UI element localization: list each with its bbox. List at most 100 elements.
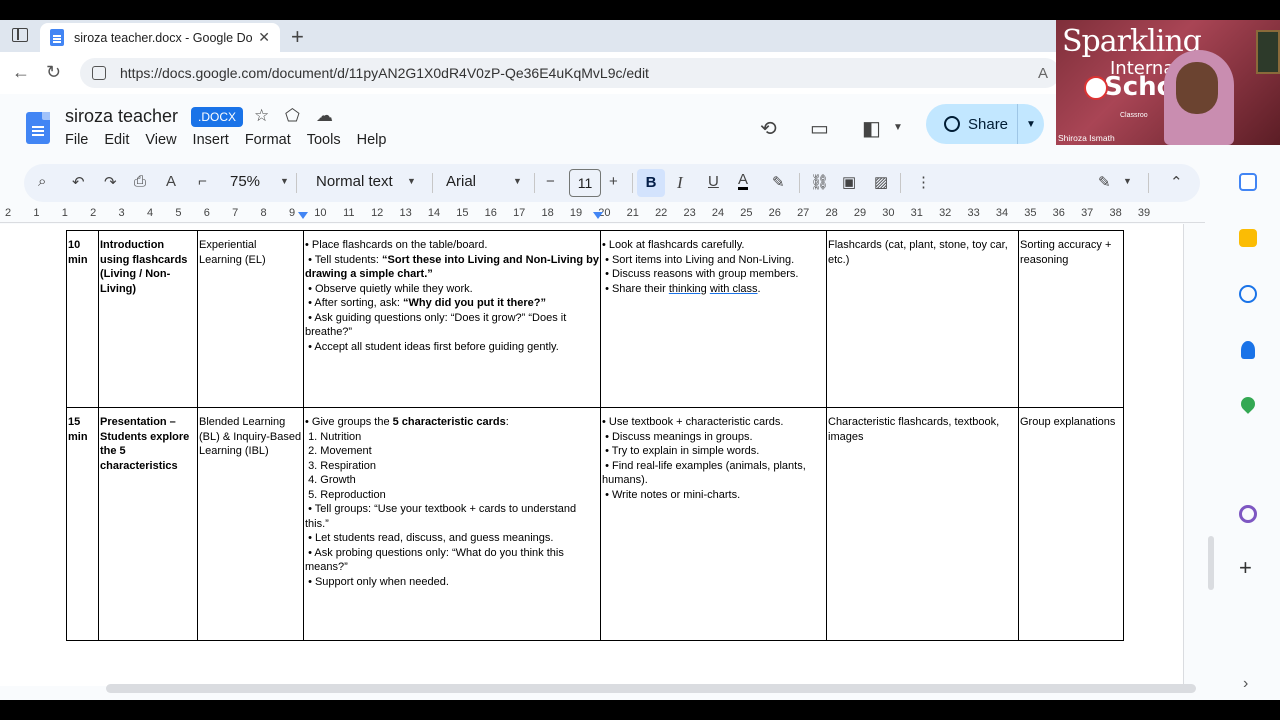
menu-insert[interactable]: Insert — [193, 132, 229, 148]
more-options-icon[interactable]: ⋮ — [916, 173, 931, 191]
table-row: 10 min Introduction using flashcards (Li… — [66, 230, 1124, 408]
meet-icon[interactable]: ◧ — [862, 116, 881, 141]
ruler-tick-label: 3 — [118, 207, 125, 219]
ruler-tick-label: 10 — [314, 207, 327, 219]
style-caret-icon[interactable]: ▼ — [407, 176, 416, 186]
style-select[interactable]: Normal text — [316, 173, 393, 190]
ruler-tick-label: 29 — [853, 207, 867, 219]
menu-tools[interactable]: Tools — [307, 132, 341, 148]
student-activity-cell: • Use textbook + characteristic cards. •… — [600, 407, 827, 641]
site-info-icon[interactable] — [92, 66, 106, 80]
text-line: • Place flashcards on the table/board. — [305, 239, 488, 251]
font-select[interactable]: Arial — [446, 173, 476, 190]
menu-view[interactable]: View — [145, 132, 176, 148]
read-aloud-icon[interactable]: A — [1038, 65, 1048, 82]
back-icon[interactable]: ← — [12, 62, 30, 83]
toolbar-divider — [632, 173, 633, 193]
menu-edit[interactable]: Edit — [104, 132, 129, 148]
text-line: • Tell groups: “Use your textbook + card… — [305, 503, 580, 530]
print-icon[interactable]: ⎙ — [134, 173, 146, 190]
spelling-suggestion[interactable]: thinking — [669, 283, 707, 295]
ruler-tick-label: 4 — [146, 207, 154, 219]
ruler-tick-label: 18 — [541, 207, 554, 219]
browser-tab[interactable]: siroza teacher.docx - Google Docs ✕ — [40, 23, 280, 52]
text-line: • Use textbook + characteristic cards. — [602, 416, 784, 428]
ruler-tick-label: 26 — [768, 207, 781, 219]
hide-menus-icon[interactable]: ⌃ — [1170, 173, 1183, 191]
spelling-suggestion[interactable]: with class — [710, 283, 758, 295]
ruler-tick-label: 14 — [427, 207, 441, 219]
add-comment-icon[interactable]: ▣ — [842, 173, 856, 191]
editing-mode-caret-icon[interactable]: ▼ — [1123, 176, 1132, 186]
text-run-bold: 5 characteristic cards — [392, 416, 506, 428]
underline-icon[interactable]: U — [708, 173, 719, 190]
text-color-icon[interactable]: A — [738, 172, 749, 190]
ruler-tick-label: 32 — [939, 207, 952, 219]
ruler-tick-label: 1 — [61, 207, 68, 219]
spellcheck-icon[interactable]: A — [166, 173, 176, 190]
font-size-input[interactable]: 11 — [569, 169, 601, 197]
lesson-plan-table: 10 min Introduction using flashcards (Li… — [66, 230, 1124, 641]
font-caret-icon[interactable]: ▼ — [513, 176, 522, 186]
share-button[interactable]: Share ▼ — [926, 104, 1044, 144]
highlight-icon[interactable]: ✎ — [772, 173, 785, 191]
tab-search-icon[interactable] — [12, 28, 28, 42]
comments-icon[interactable]: ▭ — [810, 116, 829, 141]
docs-favicon-icon — [50, 29, 64, 46]
reload-icon[interactable]: ↻ — [46, 62, 61, 83]
document-page: 10 min Introduction using flashcards (Li… — [0, 224, 1184, 686]
increase-font-icon[interactable]: + — [609, 173, 618, 190]
vertical-scrollbar[interactable] — [1208, 536, 1214, 590]
url-field[interactable]: https://docs.google.com/document/d/11pyA… — [80, 58, 1060, 88]
link-icon[interactable]: ⛓ — [810, 173, 829, 191]
tasks-icon[interactable] — [1239, 285, 1257, 303]
ruler-tick-label: 17 — [513, 207, 526, 219]
ruler-tick-label: 8 — [260, 207, 267, 219]
show-side-panel-icon[interactable]: › — [1243, 675, 1248, 693]
close-tab-icon[interactable]: ✕ — [258, 29, 270, 46]
version-history-icon[interactable]: ⟲ — [760, 116, 777, 141]
text-run: : — [505, 416, 509, 428]
insert-image-icon[interactable]: ▨ — [874, 173, 888, 191]
table-row: 15 min Presentation – Students explore t… — [66, 407, 1124, 641]
right-indent-marker[interactable] — [593, 212, 603, 219]
menu-format[interactable]: Format — [245, 132, 291, 148]
meet-caret-icon[interactable]: ▼ — [893, 122, 903, 133]
canva-icon[interactable] — [1239, 505, 1257, 523]
undo-icon[interactable]: ↶ — [72, 173, 85, 191]
contacts-icon[interactable] — [1241, 341, 1255, 359]
new-tab-icon[interactable]: + — [291, 24, 304, 50]
menu-help[interactable]: Help — [357, 132, 387, 148]
get-addons-icon[interactable]: + — [1239, 555, 1252, 581]
zoom-caret-icon[interactable]: ▼ — [280, 176, 289, 186]
horizontal-scrollbar[interactable] — [106, 684, 1196, 693]
text-line: • Find real-life examples (animals, plan… — [602, 459, 809, 487]
ruler-tick-label: 13 — [399, 207, 412, 219]
editing-mode-icon[interactable]: ✎ — [1098, 173, 1111, 191]
maps-icon[interactable] — [1238, 394, 1258, 414]
docs-logo-icon[interactable] — [26, 112, 50, 144]
move-icon[interactable]: ⬠ — [285, 106, 300, 126]
menu-file[interactable]: File — [65, 132, 88, 148]
star-icon[interactable]: ☆ — [254, 106, 269, 126]
menu-bar: File Edit View Insert Format Tools Help — [65, 132, 402, 148]
document-title[interactable]: siroza teacher — [65, 106, 178, 127]
share-options-icon[interactable]: ▼ — [1018, 119, 1044, 130]
paint-format-icon[interactable]: ⌐ — [198, 173, 207, 190]
zoom-select[interactable]: 75% — [230, 173, 260, 190]
decrease-font-icon[interactable]: − — [546, 173, 555, 190]
cloud-status-icon[interactable]: ☁ — [316, 106, 333, 126]
ruler-tick-label: 5 — [175, 207, 182, 219]
redo-icon[interactable]: ↷ — [104, 173, 117, 191]
bold-icon[interactable]: B — [637, 169, 665, 197]
horizontal-ruler[interactable]: 2 1 1 2 3 4 5 6 7 8 9 10 11 12 13 14 15 16 17 18 19 20 21 22 23 2… — [0, 203, 1205, 223]
search-menus-icon[interactable]: ⌕ — [38, 173, 46, 190]
school-logo-seal — [1084, 76, 1108, 100]
calendar-icon[interactable] — [1239, 173, 1257, 191]
ruler-tick-label: 2 — [90, 207, 97, 219]
left-indent-marker[interactable] — [298, 212, 308, 219]
ruler-tick-label: 38 — [1109, 207, 1122, 219]
italic-icon[interactable]: I — [677, 173, 683, 193]
keep-icon[interactable] — [1239, 229, 1257, 247]
globe-icon — [944, 116, 960, 132]
